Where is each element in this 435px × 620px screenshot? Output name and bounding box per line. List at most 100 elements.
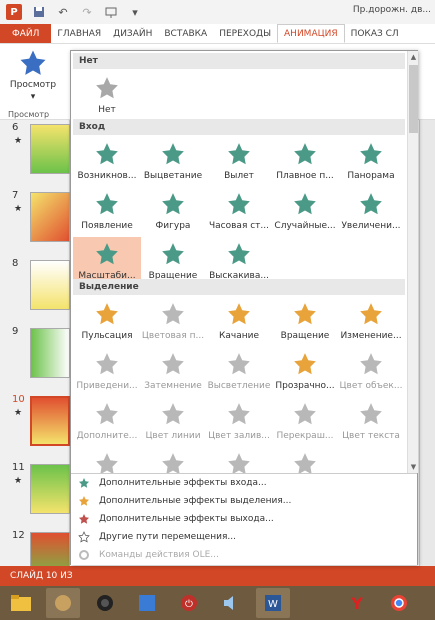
yandex-browser-icon[interactable]: Y xyxy=(340,588,374,618)
emphasis-effect[interactable]: Цвет линии xyxy=(139,397,207,443)
slide-number: 9 xyxy=(12,326,19,337)
scrollbar-thumb[interactable] xyxy=(409,65,418,133)
power-icon[interactable]: ⏻ xyxy=(172,588,206,618)
slide-preview xyxy=(30,464,70,514)
effect-label: Цвет линии xyxy=(145,431,201,441)
ribbon-tabs: ФАЙЛ ГЛАВНАЯ ДИЗАЙН ВСТАВКА ПЕРЕХОДЫ АНИ… xyxy=(0,24,435,44)
effect-label: Дополните... xyxy=(76,431,138,441)
effect-star-icon xyxy=(228,403,250,425)
scroll-up-icon[interactable]: ▲ xyxy=(408,51,419,63)
tab-animations[interactable]: АНИМАЦИЯ xyxy=(277,24,345,43)
undo-icon[interactable]: ↶ xyxy=(56,5,70,19)
tab-design[interactable]: ДИЗАЙН xyxy=(107,24,158,43)
effect-star-icon xyxy=(162,403,184,425)
emphasis-effect[interactable]: Цвет текста xyxy=(337,397,405,443)
customize-quick-access-icon[interactable]: ▾ xyxy=(128,5,142,19)
tab-insert[interactable]: ВСТАВКА xyxy=(158,24,213,43)
effect-star-icon xyxy=(294,193,316,215)
entrance-effect[interactable]: Панорама xyxy=(337,137,405,183)
slide-thumb-8[interactable]: 8 xyxy=(0,256,70,316)
effect-star-icon xyxy=(360,403,382,425)
section-entrance: Вход xyxy=(73,119,405,135)
emphasis-effect[interactable]: Затемнение xyxy=(139,347,207,393)
preview-star-icon xyxy=(20,50,46,75)
emphasis-effect[interactable]: Цвет залив... xyxy=(205,397,273,443)
tab-transitions[interactable]: ПЕРЕХОДЫ xyxy=(213,24,277,43)
entrance-effect[interactable]: Фигура xyxy=(139,187,207,233)
entrance-effect[interactable]: Увеличени... xyxy=(337,187,405,233)
emphasis-effect[interactable]: Наложени... xyxy=(205,447,273,473)
slide-thumb-9[interactable]: 9 xyxy=(0,324,70,384)
emphasis-effect[interactable]: Перекраш... xyxy=(271,397,339,443)
tab-file[interactable]: ФАЙЛ xyxy=(0,24,52,43)
emphasis-effect[interactable]: Дополните... xyxy=(73,397,141,443)
entrance-effect[interactable]: Случайные... xyxy=(271,187,339,233)
volume-icon[interactable] xyxy=(214,588,248,618)
preview-button[interactable]: Просмотр ▾ xyxy=(6,48,60,112)
emphasis-effect[interactable]: Подчеркив... xyxy=(139,447,207,473)
effect-star-icon xyxy=(360,303,382,325)
word-icon[interactable]: W xyxy=(256,588,290,618)
slide-thumb-7[interactable]: 7 ★ xyxy=(0,188,70,248)
tab-slideshow[interactable]: ПОКАЗ СЛ xyxy=(345,24,405,43)
slide-thumb-10[interactable]: 10 ★ xyxy=(0,392,70,452)
effect-star-icon xyxy=(162,243,184,265)
entrance-effect[interactable]: Плавное п... xyxy=(271,137,339,183)
settings-app-icon[interactable] xyxy=(130,588,164,618)
emphasis-effect[interactable]: Приведени... xyxy=(73,347,141,393)
emphasis-effect[interactable]: Высветление xyxy=(205,347,273,393)
effect-label: Выцветание xyxy=(143,171,203,181)
chrome-icon[interactable] xyxy=(382,588,416,618)
entrance-effect[interactable]: Вылет xyxy=(205,137,273,183)
animation-star-icon: ★ xyxy=(14,476,23,486)
slide-number: 10 xyxy=(12,394,25,405)
more-emphasis-effects[interactable]: Дополнительные эффекты выделения... xyxy=(71,492,417,510)
slide-thumb-6[interactable]: 6 ★ xyxy=(0,120,70,180)
yellow-star-icon xyxy=(77,494,91,508)
effect-star-icon xyxy=(228,453,250,473)
entrance-effect[interactable]: Часовая ст... xyxy=(205,187,273,233)
preview-label: Просмотр xyxy=(9,80,57,90)
gallery-scrollbar[interactable]: ▲ ▼ xyxy=(407,51,418,473)
entrance-effect[interactable]: Появление xyxy=(73,187,141,233)
emphasis-effect[interactable]: Пульсация xyxy=(73,297,141,343)
slide-number: 7 xyxy=(12,190,19,201)
emphasis-effect[interactable]: Полужирн... xyxy=(73,447,141,473)
effect-star-icon xyxy=(228,303,250,325)
speaker-app-icon[interactable] xyxy=(88,588,122,618)
more-motion-label: Другие пути перемещения... xyxy=(99,532,236,542)
emphasis-effect[interactable]: Цвет объек... xyxy=(337,347,405,393)
emphasis-effect[interactable]: Прозрачно... xyxy=(271,347,339,393)
tab-home[interactable]: ГЛАВНАЯ xyxy=(51,24,107,43)
emphasis-effect[interactable]: Изменение... xyxy=(337,297,405,343)
emphasis-effect[interactable]: Цветовая в... xyxy=(271,447,339,473)
effect-star-icon xyxy=(228,143,250,165)
scroll-down-icon[interactable]: ▼ xyxy=(408,461,419,473)
effect-star-icon xyxy=(96,403,118,425)
file-explorer-icon[interactable] xyxy=(4,588,38,618)
effect-label: Изменение... xyxy=(340,331,402,341)
emphasis-effect[interactable]: Вращение xyxy=(271,297,339,343)
slide-thumb-11[interactable]: 11 ★ xyxy=(0,460,70,520)
redo-icon[interactable]: ↷ xyxy=(80,5,94,19)
more-motion-paths[interactable]: Другие пути перемещения... xyxy=(71,528,417,546)
emphasis-effect[interactable]: Качание xyxy=(205,297,273,343)
taskbar: ⏻ W Y xyxy=(0,586,435,620)
app-icon-1[interactable] xyxy=(46,588,80,618)
more-entrance-effects[interactable]: Дополнительные эффекты входа... xyxy=(71,474,417,492)
entrance-effect[interactable]: Возникнов... xyxy=(73,137,141,183)
more-exit-effects[interactable]: Дополнительные эффекты выхода... xyxy=(71,510,417,528)
start-slideshow-icon[interactable] xyxy=(104,5,118,19)
effect-none[interactable]: Нет xyxy=(73,71,141,117)
emphasis-effect[interactable]: Цветовая п... xyxy=(139,297,207,343)
more-entrance-label: Дополнительные эффекты входа... xyxy=(99,478,267,488)
entrance-effect[interactable]: Масштаби... xyxy=(73,237,141,283)
entrance-effect[interactable]: Вращение xyxy=(139,237,207,283)
save-icon[interactable] xyxy=(32,5,46,19)
effect-star-icon xyxy=(96,353,118,375)
effect-star-icon xyxy=(294,143,316,165)
entrance-effect[interactable]: Выцветание xyxy=(139,137,207,183)
slide-number: 8 xyxy=(12,258,19,269)
entrance-effect[interactable]: Выскакива... xyxy=(205,237,273,283)
slide-preview xyxy=(30,260,70,310)
